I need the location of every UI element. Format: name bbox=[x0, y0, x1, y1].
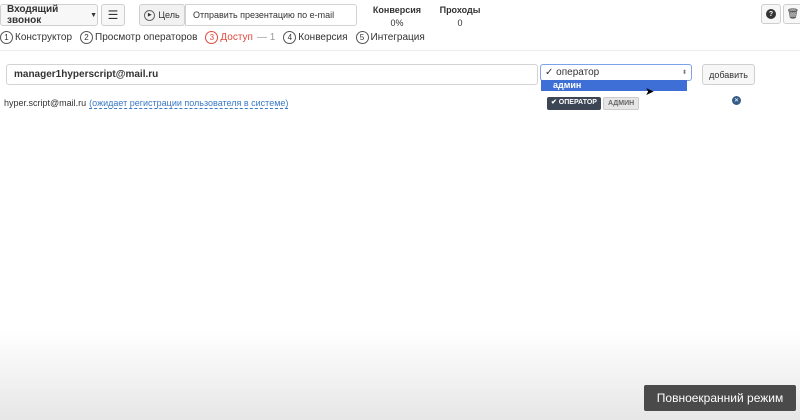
step-label: Просмотр операторов bbox=[95, 31, 198, 43]
step-operators-view[interactable]: 2 Просмотр операторов bbox=[80, 30, 197, 44]
user-status-link[interactable]: (ожидает регистрации пользователя в сист… bbox=[89, 98, 289, 109]
user-role-badges: ✔ оператор админ bbox=[547, 97, 640, 110]
step-extra: — 1 bbox=[256, 31, 276, 43]
scenario-dropdown-label: Входящий звонок bbox=[7, 4, 59, 26]
step-number: 4 bbox=[283, 30, 297, 44]
conversion-value: 0% bbox=[390, 18, 404, 28]
email-field[interactable]: manager1hyperscript@mail.ru bbox=[6, 64, 538, 85]
fullscreen-button[interactable]: Повноекранний режим bbox=[644, 385, 796, 411]
scenario-dropdown[interactable]: Входящий звонок ▼ bbox=[0, 4, 98, 26]
step-constructor[interactable]: 1 Конструктор bbox=[0, 30, 72, 44]
step-number: 3 bbox=[205, 30, 219, 44]
goal-label: Цель bbox=[158, 10, 180, 20]
passes-label: Проходы bbox=[439, 5, 481, 15]
passes-value: 0 bbox=[457, 18, 463, 28]
step-number: 2 bbox=[80, 30, 94, 44]
play-icon: ▶ bbox=[144, 9, 156, 21]
step-integration[interactable]: 5 Интеграция bbox=[355, 30, 425, 44]
step-label: Конструктор bbox=[15, 31, 73, 43]
help-button[interactable]: ? bbox=[761, 4, 781, 24]
user-row: hyper.script@mail.ru (ожидает регистраци… bbox=[4, 96, 794, 110]
goal-input[interactable]: Отправить презентацию по e-mail bbox=[185, 4, 357, 26]
select-arrows-icon: ⬍ bbox=[681, 69, 687, 76]
role-badge-operator[interactable]: ✔ оператор bbox=[547, 97, 601, 110]
fullscreen-label: Повноекранний режим bbox=[656, 391, 784, 405]
passes-stat: Проходы 0 bbox=[432, 5, 488, 28]
hamburger-icon: ☰ bbox=[107, 8, 119, 22]
remove-user-icon[interactable]: ✕ bbox=[732, 96, 741, 105]
check-icon: ✓ bbox=[545, 67, 557, 78]
add-button[interactable]: добавить bbox=[702, 64, 755, 85]
caret-down-icon: ▼ bbox=[90, 11, 97, 19]
step-conversion[interactable]: 4 Конверсия bbox=[283, 30, 348, 44]
email-value: manager1hyperscript@mail.ru bbox=[14, 69, 159, 80]
role-badge-admin[interactable]: админ bbox=[602, 97, 640, 110]
header-divider bbox=[0, 50, 800, 51]
step-number: 1 bbox=[0, 30, 13, 44]
conversion-stat: Конверсия 0% bbox=[368, 5, 426, 28]
conversion-label: Конверсия bbox=[372, 5, 422, 15]
goal-button[interactable]: ▶ Цель bbox=[139, 4, 185, 26]
goal-value: Отправить презентацию по e-mail bbox=[193, 10, 335, 20]
trash-icon: 🗑 bbox=[786, 8, 800, 20]
step-label: Конверсия bbox=[298, 31, 348, 43]
step-number: 5 bbox=[355, 30, 369, 44]
step-access[interactable]: 3 Доступ — 1 bbox=[205, 30, 275, 44]
user-email: hyper.script@mail.ru bbox=[4, 98, 87, 108]
option-label: админ bbox=[553, 80, 582, 90]
role-select[interactable]: ✓ оператор ⬍ bbox=[540, 64, 692, 81]
delete-button[interactable]: 🗑 bbox=[783, 4, 800, 24]
step-label: Доступ bbox=[220, 31, 253, 43]
add-button-label: добавить bbox=[709, 69, 748, 80]
role-selected: ✓ оператор bbox=[545, 67, 600, 78]
role-dropdown-option-admin[interactable]: админ bbox=[541, 80, 687, 91]
step-label: Интеграция bbox=[370, 31, 425, 43]
steps-nav: 1 Конструктор 2 Просмотр операторов 3 До… bbox=[0, 30, 425, 44]
question-icon: ? bbox=[766, 9, 776, 19]
menu-button[interactable]: ☰ bbox=[101, 4, 125, 26]
